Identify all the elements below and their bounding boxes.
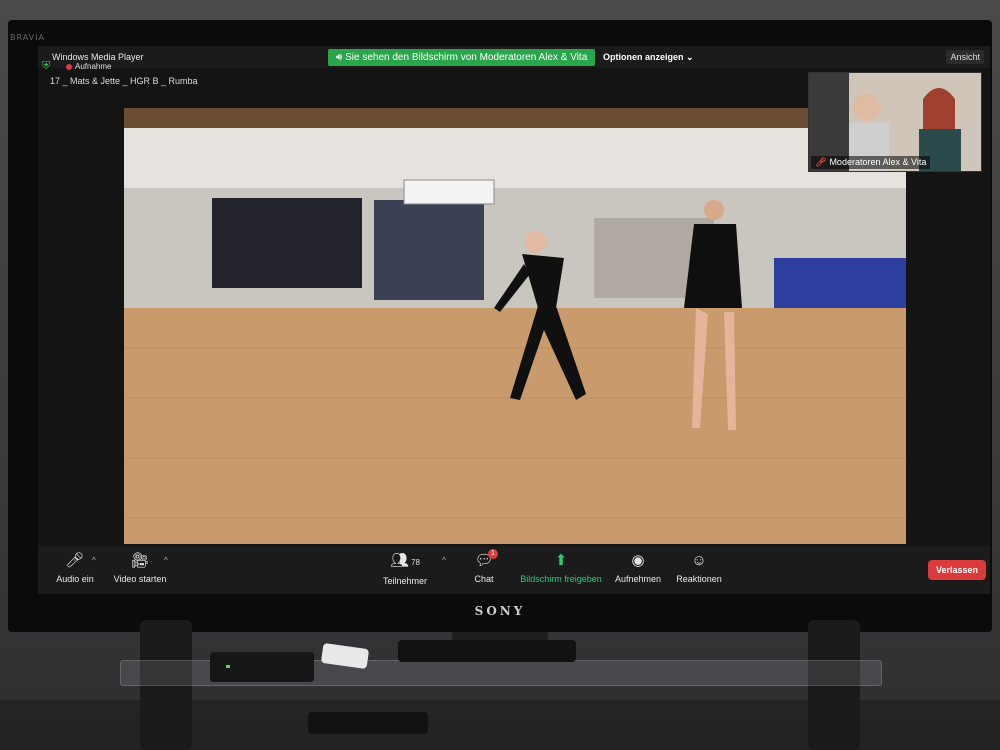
view-label: Ansicht xyxy=(950,52,980,62)
people-icon: 👥︎ 78 xyxy=(390,552,420,569)
shared-video xyxy=(124,108,906,544)
tv-brand-logo: SONY xyxy=(474,604,526,618)
chat-badge: 1 xyxy=(488,549,498,559)
smiley-plus-icon: ☺ xyxy=(691,552,707,569)
share-label: Bildschirm freigeben xyxy=(520,574,602,584)
leave-button[interactable]: Verlassen xyxy=(928,560,986,580)
participants-button[interactable]: 👥︎ 78 Teilnehmer xyxy=(380,552,430,586)
dance-hall-scene xyxy=(124,108,906,544)
view-button[interactable]: Ansicht xyxy=(946,50,984,64)
recording-indicator: Aufnahme xyxy=(66,62,111,71)
record-dot-icon xyxy=(66,63,72,70)
mic-muted-icon: 🎤︎ xyxy=(815,157,827,167)
remote-lower-shelf xyxy=(308,712,428,734)
participant-name-label: 🎤︎ Moderatoren Alex & Vita xyxy=(811,156,931,169)
share-banner-text: Sie sehen den Bildschirm von Moderatoren… xyxy=(345,52,588,63)
record-icon: ◉ xyxy=(631,552,645,569)
reactions-label: Reaktionen xyxy=(676,574,722,584)
options-dropdown[interactable]: Optionen anzeigen ⌄ xyxy=(603,50,694,64)
share-banner: 🔊︎ Sie sehen den Bildschirm von Moderato… xyxy=(328,49,596,66)
share-screen-button[interactable]: ⬆ Bildschirm freigeben xyxy=(518,552,604,584)
participant-video-tile[interactable]: 🎤︎ Moderatoren Alex & Vita xyxy=(808,72,982,172)
zoom-meeting-window: ⛨ Windows Media Player Aufnahme 🔊︎ Sie s… xyxy=(38,46,990,594)
chat-label: Chat xyxy=(474,574,494,584)
recording-label: Aufnahme xyxy=(75,62,112,71)
share-screen-icon: ⬆ xyxy=(554,552,568,569)
chat-button[interactable]: 💬︎ 1 Chat xyxy=(464,549,504,584)
options-label: Optionen anzeigen xyxy=(603,52,684,62)
clip-title: 17 _ Mats & Jette _ HGR B _ Rumba xyxy=(50,76,198,86)
video-options-caret-icon[interactable]: ^ xyxy=(164,556,168,565)
chat-bubble-icon: 💬︎ xyxy=(474,552,494,569)
record-button[interactable]: ◉ Aufnehmen xyxy=(612,552,664,584)
tv-model-label: BRAVIA xyxy=(10,33,45,42)
window-title: Windows Media Player xyxy=(52,52,144,62)
video-button[interactable]: 🎥︎ Video starten xyxy=(112,552,168,584)
video-label: Video starten xyxy=(113,574,167,584)
participants-count: 78 xyxy=(411,558,420,567)
participants-caret-icon[interactable]: ^ xyxy=(442,556,446,565)
reactions-button[interactable]: ☺ Reaktionen xyxy=(674,552,724,584)
leave-label: Verlassen xyxy=(935,565,979,575)
record-label: Aufnehmen xyxy=(614,574,662,584)
zoom-toolbar: 🎤︎ Audio ein ^ 🎥︎ Video starten ^ 👥︎ 78 T… xyxy=(38,546,990,594)
participant-name: Moderatoren Alex & Vita xyxy=(829,157,927,167)
set-top-box-led xyxy=(226,665,230,668)
speaker-icon: 🔊︎ xyxy=(336,52,346,63)
chevron-down-icon: ⌄ xyxy=(686,52,694,62)
audio-label: Audio ein xyxy=(56,574,94,584)
camera-off-icon: 🎥︎ xyxy=(130,552,150,569)
zoom-top-bar: ⛨ Windows Media Player Aufnahme 🔊︎ Sie s… xyxy=(38,46,990,72)
tv-remote xyxy=(398,640,576,662)
participants-label: Teilnehmer xyxy=(382,576,428,586)
audio-options-caret-icon[interactable]: ^ xyxy=(92,556,96,565)
